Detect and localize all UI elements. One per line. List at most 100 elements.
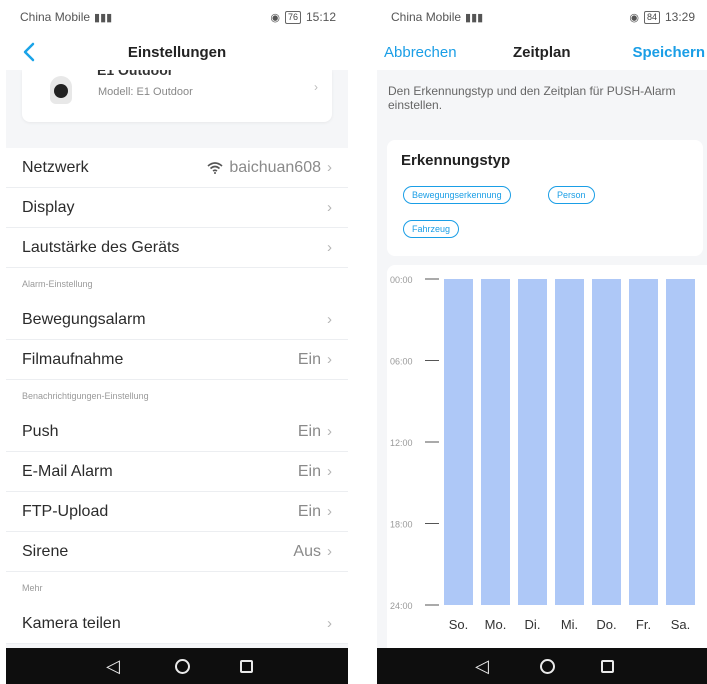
system-navigation-bar: ◁ [6, 648, 348, 684]
settings-row-label: E-Mail Alarm [22, 462, 113, 480]
settings-row-label: Lautstärke des Geräts [22, 238, 180, 256]
settings-row-label: Push [22, 422, 59, 440]
settings-row-right: Ein › [298, 351, 332, 369]
section-header: Mehr [6, 572, 348, 604]
alarm-icon: ◉ [629, 11, 639, 24]
device-card[interactable]: E1 Outdoor Modell: E1 Outdoor › [22, 70, 332, 122]
save-button[interactable]: Speichern [632, 44, 705, 61]
status-bar: China Mobile ▮▮▮ ◉ 84 13:29 [377, 0, 707, 34]
clock: 15:12 [305, 10, 336, 24]
day-label: Sa. [671, 617, 691, 632]
settings-row-label: Filmaufnahme [22, 350, 124, 368]
schedule-bar-so[interactable] [444, 279, 473, 605]
time-axis-label: 00:00 [390, 275, 413, 285]
settings-row-right: baichuan608 › [207, 159, 332, 177]
settings-row-right: Aus › [293, 543, 332, 561]
settings-row-value: Aus [293, 542, 321, 560]
schedule-bar-mo[interactable] [481, 279, 510, 605]
schedule-bar-di[interactable] [518, 279, 547, 605]
settings-row[interactable]: Bewegungsalarm › [6, 300, 348, 340]
settings-row[interactable]: Kamera teilen › [6, 604, 348, 644]
time-axis-label: 18:00 [390, 520, 413, 530]
clock: 13:29 [664, 10, 695, 24]
settings-row[interactable]: Netzwerk baichuan608 › [6, 148, 348, 188]
settings-row-label: Bewegungsalarm [22, 310, 146, 328]
signal-icon: ▮▮▮ [94, 11, 113, 24]
chevron-right-icon: › [327, 423, 332, 440]
settings-row[interactable]: Lautstärke des Geräts › [6, 228, 348, 268]
day-label: So. [449, 617, 469, 632]
device-model: Modell: E1 Outdoor [98, 86, 193, 98]
wifi-icon [207, 161, 223, 174]
settings-row-label: Display [22, 198, 75, 216]
settings-row-value: Ein [297, 350, 321, 368]
device-name: E1 Outdoor [97, 70, 174, 78]
settings-row-label: Kamera teilen [22, 614, 121, 632]
schedule-chart[interactable]: 00:00 06:00 12:00 18:00 24:00 So. Mo. Di. Mi. Do.… [387, 265, 707, 648]
settings-row[interactable]: Push Ein › [6, 412, 348, 452]
settings-row-right: Ein › [298, 463, 332, 481]
settings-row-label: Netzwerk [22, 158, 89, 176]
schedule-chart-card: 00:00 06:00 12:00 18:00 24:00 So. Mo. Di. Mi. Do.… [387, 265, 707, 648]
back-triangle-icon[interactable]: ◁ [470, 656, 494, 677]
schedule-bar-mi[interactable] [555, 279, 584, 605]
schedule-content: Den Erkennungstyp und den Zeitplan für P… [377, 70, 707, 648]
schedule-bar-sa[interactable] [666, 279, 695, 605]
chip-vehicle[interactable]: Fahrzeug [403, 220, 460, 238]
settings-row[interactable]: FTP-Upload Ein › [6, 492, 348, 532]
schedule-bar-fr[interactable] [629, 279, 658, 605]
chevron-right-icon: › [314, 80, 318, 94]
section-header: Benachrichtigungen-Einstellung [6, 380, 348, 412]
settings-row[interactable]: Filmaufnahme Ein › [6, 340, 348, 380]
chevron-right-icon: › [327, 159, 332, 176]
system-navigation-bar: ◁ [377, 648, 707, 684]
chevron-right-icon: › [327, 351, 332, 368]
home-circle-icon[interactable] [540, 658, 555, 674]
schedule-bar-do[interactable] [592, 279, 621, 605]
day-label: Fr. [636, 617, 651, 632]
page-title: Einstellungen [127, 43, 227, 61]
alarm-icon: ◉ [270, 11, 280, 24]
settings-row-right: › [327, 311, 332, 328]
chevron-left-icon [23, 42, 35, 62]
recent-apps-square-icon[interactable] [601, 659, 614, 673]
settings-row-right: Ein › [298, 503, 332, 521]
settings-row[interactable]: Sirene Aus › [6, 532, 348, 572]
battery-icon: 76 [284, 10, 301, 24]
back-button[interactable] [16, 36, 42, 68]
chevron-right-icon: › [327, 239, 332, 256]
chevron-right-icon: › [327, 615, 332, 632]
recent-apps-square-icon[interactable] [240, 659, 253, 673]
chevron-right-icon: › [327, 543, 332, 560]
chevron-right-icon: › [327, 311, 332, 328]
settings-row-label: Sirene [22, 542, 69, 560]
settings-row-value: Ein [297, 502, 321, 520]
settings-row-right: › [327, 615, 332, 632]
battery-icon: 84 [643, 10, 660, 24]
settings-row-value: Ein [297, 422, 321, 440]
day-label: Mi. [561, 617, 578, 632]
navigation-bar: Einstellungen [6, 34, 348, 70]
settings-row-value: baichuan608 [229, 158, 321, 176]
back-triangle-icon[interactable]: ◁ [101, 656, 125, 677]
status-bar: China Mobile ▮▮▮ ◉ 76 15:12 [6, 0, 348, 34]
time-axis-label: 12:00 [390, 438, 413, 448]
settings-row-right: Ein › [298, 423, 332, 441]
home-circle-icon[interactable] [175, 658, 190, 674]
detection-type-title: Erkennungstyp [401, 152, 511, 169]
cancel-button[interactable]: Abbrechen [384, 44, 457, 61]
chip-motion-detection[interactable]: Bewegungserkennung [403, 186, 511, 204]
chip-person[interactable]: Person [548, 186, 595, 204]
settings-row-value: Ein [297, 462, 321, 480]
camera-thumbnail [50, 76, 72, 104]
settings-list: Netzwerk baichuan608 › Display › Lautstärke d… [6, 148, 348, 644]
navigation-bar: Abbrechen Zeitplan Speichern [377, 34, 707, 70]
page-title: Zeitplan [513, 43, 571, 61]
section-header: Alarm-Einstellung [6, 268, 348, 300]
chevron-right-icon: › [327, 503, 332, 520]
settings-row[interactable]: E-Mail Alarm Ein › [6, 452, 348, 492]
settings-row[interactable]: Display › [6, 188, 348, 228]
settings-row-right: › [327, 239, 332, 256]
day-label: Di. [525, 617, 541, 632]
chevron-right-icon: › [327, 463, 332, 480]
